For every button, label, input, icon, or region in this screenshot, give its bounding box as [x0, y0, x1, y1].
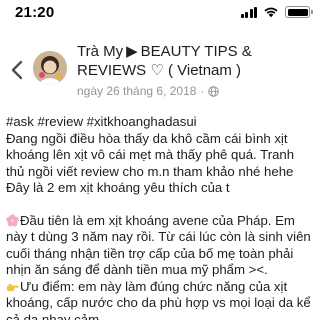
avatar[interactable] [33, 51, 67, 85]
post-body: #ask #review #xitkhoanghadasui Đang ngồi… [6, 114, 316, 320]
back-button[interactable] [6, 58, 28, 82]
author-line: Trà My ▶ BEAUTY TIPS & REVIEWS ♡ ( Vietnam… [77, 42, 317, 80]
post-paragraph-4-wrap: Ưu điểm: em này làm đúng chức năng của x… [6, 279, 316, 320]
post-header: Trà My ▶ BEAUTY TIPS & REVIEWS ♡ ( Vietnam… [0, 40, 320, 104]
right-triangle-icon: ▶ [126, 43, 138, 60]
globe-icon [208, 85, 220, 97]
status-bar: 21:20 [0, 0, 320, 26]
chevron-left-icon [11, 60, 23, 80]
signal-icon [240, 6, 257, 18]
post-paragraph-3: Đầu tiên là em xịt khoáng avene của Pháp… [6, 212, 311, 278]
cherry-blossom-icon [6, 213, 19, 226]
wifi-icon [263, 6, 279, 18]
post-paragraph-2: Đây là 2 em xịt khoáng yêu thích của t [6, 180, 230, 195]
status-icons [240, 6, 313, 18]
pointing-hand-icon [6, 283, 19, 291]
post-hashtags[interactable]: #ask #review #xitkhoanghadasui [6, 114, 316, 131]
post-paragraph-3-wrap: Đầu tiên là em xịt khoáng avene của Pháp… [6, 213, 316, 279]
status-time: 21:20 [15, 4, 55, 21]
post-paragraph-4: Ưu điểm: em này làm đúng chức năng của x… [6, 278, 311, 320]
post-date[interactable]: ngày 26 tháng 6, 2018 [77, 84, 196, 98]
post-meta: ngày 26 tháng 6, 2018 · [77, 84, 220, 98]
battery-icon [285, 6, 313, 18]
meta-separator: · [200, 84, 205, 98]
author-name[interactable]: Trà My [77, 43, 123, 60]
post-paragraph-1: Đang ngồi điều hòa thấy da khô cầm cái b… [6, 130, 295, 179]
